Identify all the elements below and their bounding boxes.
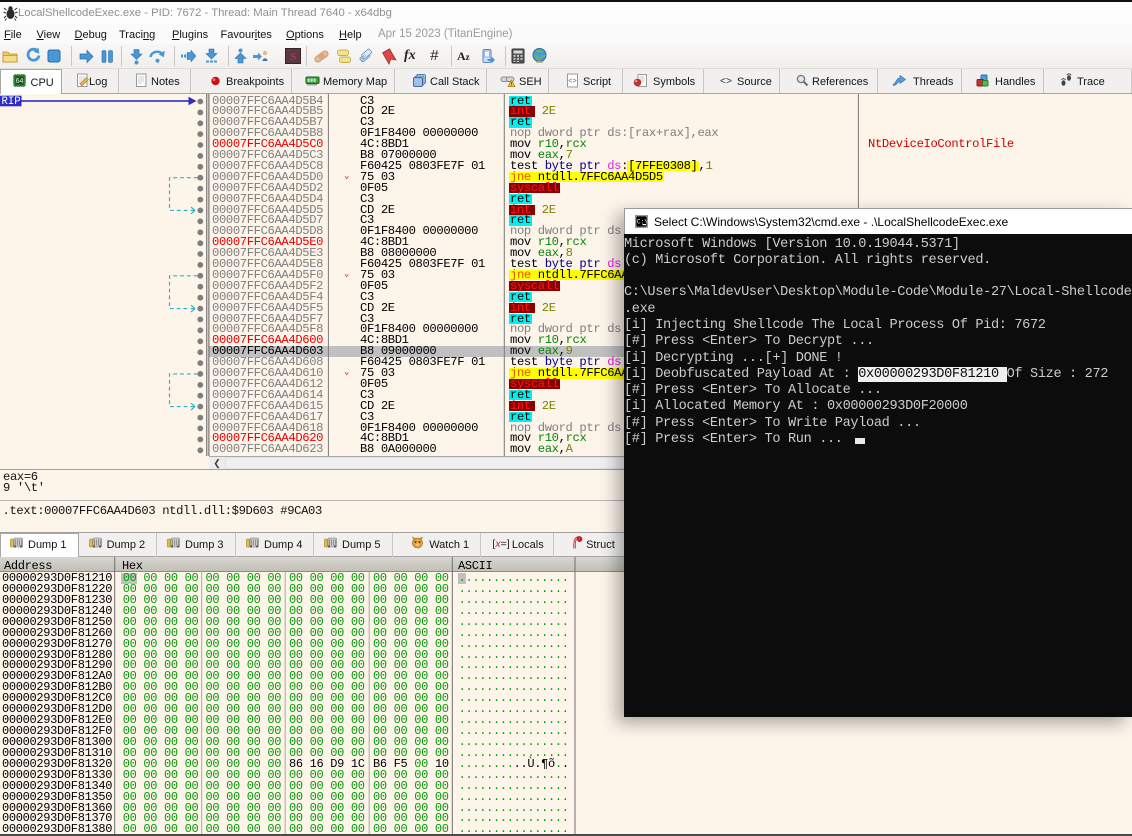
svg-text:RIP: RIP bbox=[2, 96, 21, 108]
svg-text:<>: <> bbox=[568, 78, 576, 86]
svg-text:<>: <> bbox=[720, 77, 732, 88]
svg-text:S: S bbox=[290, 51, 296, 63]
svg-text:64: 64 bbox=[15, 78, 23, 85]
